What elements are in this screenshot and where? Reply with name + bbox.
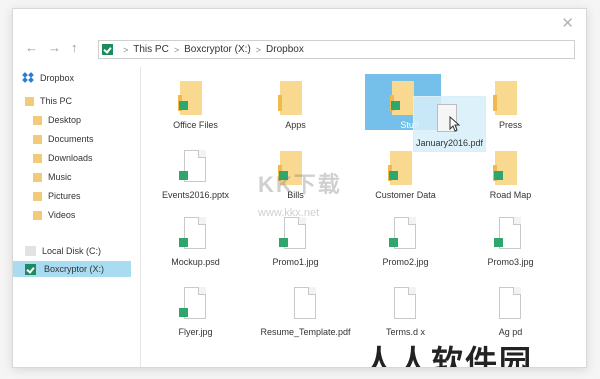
sidebar-item-boxcryptor[interactable]: Boxcryptor (X:) — [13, 261, 131, 277]
boxcryptor-badge-icon — [494, 238, 503, 247]
breadcrumb-this-pc[interactable]: This PC — [133, 44, 169, 55]
file-item[interactable]: Mockup.psd — [148, 214, 243, 276]
file-label: Promo1.jpg — [272, 257, 319, 267]
forward-arrow-icon[interactable]: → — [48, 40, 61, 55]
file-item[interactable]: Events2016.pptx — [148, 147, 243, 209]
file-label: Events2016.pptx — [161, 190, 230, 200]
breadcrumb-separator: > — [173, 44, 180, 55]
sidebar-item-label: Dropbox — [40, 73, 75, 83]
folder-icon — [33, 210, 42, 220]
folder-icon — [493, 81, 517, 115]
breadcrumb-dropbox[interactable]: Dropbox — [266, 44, 304, 55]
file-item[interactable]: Promo3.jpg — [463, 214, 558, 276]
folder-icon — [33, 153, 42, 163]
file-item[interactable]: Promo1.jpg — [248, 214, 343, 276]
folder-icon — [33, 115, 42, 125]
file-item[interactable]: Resume_Template.pdf — [258, 284, 353, 346]
sidebar-item-label: Boxcryptor (X:) — [44, 264, 105, 274]
sidebar-item-label: Pictures — [48, 191, 81, 201]
boxcryptor-badge-icon — [179, 238, 188, 247]
breadcrumb-separator: > — [255, 44, 262, 55]
sidebar-item-local-disk[interactable]: Local Disk (C:) — [13, 243, 131, 259]
file-item[interactable]: Promo2.jpg — [358, 214, 453, 276]
boxcryptor-badge-icon — [389, 171, 398, 180]
sidebar-item-label: This PC — [40, 96, 73, 106]
explorer-window: ✕ ← → ↑ > This PC > Boxcryptor (X:) > Dr… — [12, 8, 587, 368]
file-label: Apps — [285, 120, 306, 130]
folder-icon — [33, 134, 42, 144]
folder-icon — [33, 172, 42, 182]
file-label: Ag pd — [498, 327, 523, 337]
boxcryptor-badge-icon — [389, 238, 398, 247]
close-icon[interactable]: ✕ — [561, 14, 574, 32]
folder-icon — [278, 81, 302, 115]
folder-item[interactable]: Customer Data — [358, 147, 453, 209]
sidebar: Dropbox This PC Desktop Documents Downlo… — [13, 67, 131, 367]
file-label: Mockup.psd — [171, 257, 220, 267]
sidebar-item-music[interactable]: Music — [13, 169, 131, 185]
watermark: KK下载 — [258, 172, 342, 197]
pane-divider — [140, 67, 141, 367]
sidebar-item-documents[interactable]: Documents — [13, 131, 131, 147]
folder-item[interactable]: Road Map — [463, 147, 558, 209]
boxcryptor-icon — [25, 263, 36, 275]
up-arrow-icon[interactable]: ↑ — [71, 40, 78, 55]
sidebar-item-desktop[interactable]: Desktop — [13, 112, 131, 128]
boxcryptor-badge-icon — [494, 171, 503, 180]
watermark-url: www.kkx.net — [258, 207, 320, 219]
sidebar-item-label: Local Disk (C:) — [42, 246, 102, 256]
sidebar-item-label: Music — [48, 172, 72, 182]
file-item[interactable]: Flyer.jpg — [148, 284, 243, 346]
boxcryptor-badge-icon — [179, 171, 188, 180]
sidebar-item-label: Documents — [48, 134, 94, 144]
back-arrow-icon[interactable]: ← — [25, 40, 38, 55]
file-label: Office Files — [173, 120, 218, 130]
sidebar-item-label: Downloads — [48, 153, 93, 163]
file-label: Promo2.jpg — [382, 257, 429, 267]
boxcryptor-badge-icon — [179, 101, 188, 110]
sidebar-item-label: Videos — [48, 210, 76, 220]
sidebar-item-downloads[interactable]: Downloads — [13, 150, 131, 166]
document-icon — [294, 287, 316, 319]
breadcrumb-boxcryptor[interactable]: Boxcryptor (X:) — [184, 44, 251, 55]
folder-icon — [25, 96, 34, 106]
file-label: Flyer.jpg — [178, 327, 213, 337]
breadcrumb-separator: > — [123, 44, 129, 55]
folder-icon — [33, 191, 42, 201]
document-icon — [394, 287, 416, 319]
mouse-cursor-icon — [449, 116, 461, 132]
file-label: Customer Data — [375, 190, 436, 200]
boxcryptor-badge-icon — [391, 101, 400, 110]
file-label: Road Map — [489, 190, 532, 200]
file-label: Resume_Template.pdf — [260, 327, 351, 337]
file-label: Terms.d x — [385, 327, 425, 337]
boxcryptor-badge-icon — [279, 238, 288, 247]
sidebar-item-pictures[interactable]: Pictures — [13, 188, 131, 204]
folder-item[interactable]: Office Files — [148, 77, 243, 139]
watermark-bottom: 人人软件园 — [363, 344, 534, 368]
folder-item[interactable]: Apps — [248, 77, 343, 139]
boxcryptor-icon — [102, 44, 113, 55]
document-icon — [499, 287, 521, 319]
sidebar-item-this-pc[interactable]: This PC — [13, 93, 131, 109]
dropbox-icon — [22, 71, 34, 84]
sidebar-item-dropbox[interactable]: Dropbox — [13, 70, 131, 86]
sidebar-item-videos[interactable]: Videos — [13, 207, 131, 223]
file-label: Promo3.jpg — [487, 257, 534, 267]
drive-icon — [25, 246, 36, 256]
sidebar-item-label: Desktop — [48, 115, 82, 125]
address-bar[interactable]: > This PC > Boxcryptor (X:) > Dropbox — [98, 40, 575, 59]
drag-label: January2016.pdf — [415, 138, 484, 148]
boxcryptor-badge-icon — [179, 308, 188, 317]
